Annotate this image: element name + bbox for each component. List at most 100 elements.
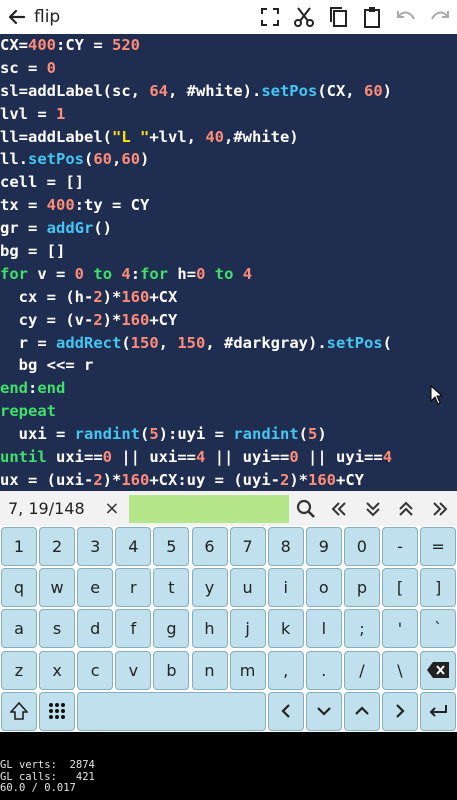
code-token: v = (28, 264, 75, 283)
code-line[interactable]: sl=addLabel(sc, 64, #white).setPos(CX, 6… (0, 80, 457, 103)
arrow-left-key[interactable] (267, 691, 304, 731)
key-b[interactable]: b (153, 650, 190, 690)
backspace-key[interactable] (420, 650, 457, 690)
code-line[interactable]: ll.setPos(60,60) (0, 148, 457, 171)
key-5[interactable]: 5 (153, 527, 190, 566)
key-;[interactable]: ; (343, 609, 380, 649)
menu-grid-key[interactable] (39, 691, 76, 731)
code-token: 160 (121, 310, 150, 329)
code-line[interactable]: sc = 0 (0, 57, 457, 80)
code-line[interactable]: repeat (0, 400, 457, 423)
key-v[interactable]: v (115, 650, 152, 690)
code-token: 150 (177, 333, 206, 352)
key-=[interactable]: = (420, 527, 457, 566)
code-line[interactable]: lvl = 1 (0, 103, 457, 126)
key-l[interactable]: l (305, 609, 342, 649)
cut-button[interactable] (287, 0, 321, 34)
copy-button[interactable] (321, 0, 355, 34)
key-n[interactable]: n (191, 650, 228, 690)
key-y[interactable]: y (191, 568, 228, 608)
key-w[interactable]: w (39, 568, 76, 608)
code-line[interactable]: until uxi==0 || uxi==4 || uyi==0 || uyi=… (0, 446, 457, 469)
code-line[interactable]: ll=addLabel("L "+lvl, 40,#white) (0, 126, 457, 149)
search-button[interactable] (289, 492, 323, 526)
key-,[interactable]: , (267, 650, 304, 690)
code-line[interactable]: cell = [] (0, 171, 457, 194)
key-o[interactable]: o (305, 568, 342, 608)
key-x[interactable]: x (39, 650, 76, 690)
key-c[interactable]: c (77, 650, 114, 690)
code-editor[interactable]: CX=400:CY = 520 sc = 0 sl=addLabel(sc, 64,… (0, 34, 457, 491)
key-k[interactable]: k (267, 609, 304, 649)
fullscreen-button[interactable] (253, 0, 287, 34)
arrow-down-key[interactable] (305, 691, 342, 731)
key-[[interactable]: [ (382, 568, 418, 608)
clear-button[interactable]: × (97, 498, 127, 519)
key-i[interactable]: i (267, 568, 304, 608)
arrow-right-key[interactable] (382, 691, 418, 731)
code-line[interactable]: tx = 400:ty = CY (0, 194, 457, 217)
key-s[interactable]: s (39, 609, 76, 649)
key-r[interactable]: r (115, 568, 152, 608)
arrow-up-key[interactable] (343, 691, 380, 731)
key-j[interactable]: j (229, 609, 266, 649)
key-d[interactable]: d (77, 609, 114, 649)
code-line[interactable]: gr = addGr() (0, 217, 457, 240)
code-line[interactable]: end:end (0, 377, 457, 400)
shift-key[interactable] (1, 691, 37, 731)
key-9[interactable]: 9 (305, 527, 342, 566)
key-`[interactable]: ` (420, 609, 457, 649)
code-line[interactable]: bg = [] (0, 240, 457, 263)
jump-start-button[interactable] (322, 492, 356, 526)
key-8[interactable]: 8 (267, 527, 304, 566)
double-chevron-left-icon (331, 501, 346, 516)
key-t[interactable]: t (153, 568, 190, 608)
paste-button[interactable] (355, 0, 389, 34)
key-m[interactable]: m (229, 650, 266, 690)
key-g[interactable]: g (153, 609, 190, 649)
key-3[interactable]: 3 (77, 527, 114, 566)
code-token: 2 (93, 470, 103, 489)
code-line[interactable]: for v = 0 to 4:for h=0 to 4 (0, 263, 457, 286)
key-1[interactable]: 1 (1, 527, 37, 566)
back-button[interactable] (0, 0, 34, 34)
key-f[interactable]: f (115, 609, 152, 649)
key-2[interactable]: 2 (39, 527, 76, 566)
code-line[interactable]: cy = (v-2)*160+CY (0, 309, 457, 332)
code-line[interactable]: r = addRect(150, 150, #darkgray).setPos( (0, 332, 457, 355)
key-/[interactable]: / (343, 650, 380, 690)
enter-key[interactable] (420, 691, 457, 731)
code-line[interactable]: uxi = randint(5):uyi = randint(5) (0, 423, 457, 446)
space-key[interactable] (77, 691, 266, 731)
search-input[interactable] (128, 494, 289, 523)
key--[interactable]: - (382, 527, 418, 566)
key-a[interactable]: a (1, 609, 37, 649)
key-u[interactable]: u (229, 568, 266, 608)
prev-match-button[interactable] (390, 492, 424, 526)
code-token: , (112, 150, 122, 169)
key-7[interactable]: 7 (229, 527, 266, 566)
next-match-button[interactable] (356, 492, 390, 526)
key-q[interactable]: q (1, 568, 37, 608)
code-token: 4 (121, 264, 131, 283)
key-][interactable]: ] (420, 568, 457, 608)
key-z[interactable]: z (1, 650, 37, 690)
code-line[interactable]: ux = (uxi-2)*160+CX:uy = (uyi-2)*160+CY (0, 469, 457, 491)
key-6[interactable]: 6 (191, 527, 228, 566)
key-e[interactable]: e (77, 568, 114, 608)
redo-button[interactable] (423, 0, 457, 34)
code-line[interactable]: bg <<= r (0, 354, 457, 377)
key-'[interactable]: ' (382, 609, 418, 649)
code-line[interactable]: cx = (h-2)*160+CX (0, 286, 457, 309)
status-bar: 7, 19/148 × (0, 491, 457, 526)
key-p[interactable]: p (343, 568, 380, 608)
key-0[interactable]: 0 (343, 527, 380, 566)
jump-end-button[interactable] (423, 492, 457, 526)
key-h[interactable]: h (191, 609, 228, 649)
code-line[interactable]: CX=400:CY = 520 (0, 34, 457, 57)
key-\[interactable]: \ (382, 650, 418, 690)
key-4[interactable]: 4 (115, 527, 152, 566)
key-.[interactable]: . (305, 650, 342, 690)
undo-button[interactable] (389, 0, 423, 34)
